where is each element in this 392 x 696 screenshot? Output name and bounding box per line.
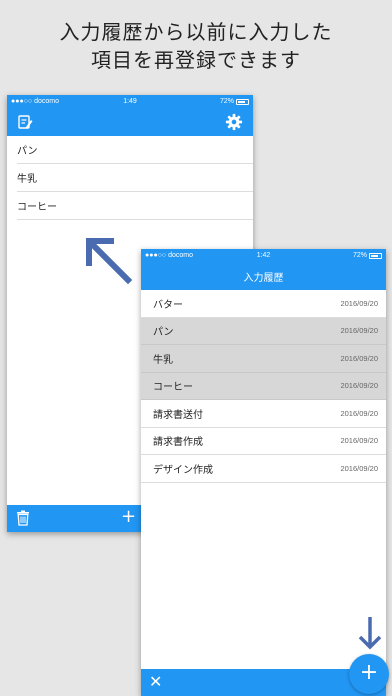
history-row-selected[interactable]: パン 2016/09/20	[141, 317, 386, 345]
item-date: 2016/09/20	[340, 298, 378, 308]
item-date: 2016/09/20	[340, 326, 378, 336]
nav-bar: 入力履歴	[141, 263, 386, 290]
item-label: パン	[17, 146, 38, 157]
trash-icon[interactable]	[16, 510, 30, 530]
item-list: パン 牛乳 コーヒー	[7, 136, 253, 220]
battery-indicator: 72%	[353, 252, 382, 259]
item-label: パン	[153, 327, 174, 339]
history-row-selected[interactable]: コーヒー 2016/09/20	[141, 372, 386, 400]
history-row[interactable]: 請求書作成 2016/09/20	[141, 428, 386, 455]
status-bar: ●●●○○ docomo 1:49 72%	[7, 95, 253, 109]
item-label: 請求書作成	[153, 437, 203, 449]
list-item[interactable]: コーヒー	[17, 192, 253, 220]
history-row-selected[interactable]: 牛乳 2016/09/20	[141, 345, 386, 373]
battery-icon	[236, 98, 249, 105]
battery-label: 72%	[219, 98, 234, 105]
gear-icon[interactable]	[225, 113, 243, 134]
item-date: 2016/09/20	[340, 436, 378, 446]
promo-headline: 入力履歴から以前に入力した 項目を再登録できます	[0, 18, 392, 74]
clock-label: 1:49	[123, 98, 137, 105]
item-label: バター	[153, 299, 183, 311]
note-edit-icon[interactable]	[17, 114, 33, 133]
item-date: 2016/09/20	[340, 463, 378, 473]
page-title: 入力履歴	[243, 273, 284, 284]
item-label: コーヒー	[153, 382, 193, 394]
item-label: コーヒー	[17, 202, 57, 213]
add-button[interactable]: +	[121, 507, 136, 527]
battery-icon	[369, 252, 382, 259]
history-list: バター 2016/09/20 パン 2016/09/20 牛乳 2016/09/…	[141, 290, 386, 483]
item-date: 2016/09/20	[340, 381, 378, 391]
history-row[interactable]: 請求書送付 2016/09/20	[141, 400, 386, 428]
headline-line-1: 入力履歴から以前に入力した	[59, 20, 333, 44]
nav-bar	[7, 109, 253, 136]
history-screen: ●●●○○ docomo 1:42 72% 入力履歴 バター 2016/09/2…	[141, 249, 386, 696]
battery-label: 72%	[352, 252, 367, 259]
item-label: 牛乳	[153, 354, 173, 366]
list-item[interactable]: 牛乳	[17, 164, 253, 192]
clock-label: 1:42	[256, 252, 271, 259]
arrow-down-icon	[358, 617, 382, 650]
item-date: 2016/09/20	[340, 408, 378, 418]
item-date: 2016/09/20	[340, 353, 378, 363]
list-item[interactable]: パン	[17, 136, 253, 164]
item-label: 牛乳	[17, 174, 37, 185]
battery-indicator: 72%	[220, 98, 249, 105]
history-row[interactable]: デザイン作成 2016/09/20	[141, 455, 386, 483]
add-fab-button[interactable]: +	[349, 654, 389, 694]
history-row[interactable]: バター 2016/09/20	[141, 290, 386, 318]
item-label: デザイン作成	[153, 464, 213, 476]
headline-line-2: 項目を再登録できます	[91, 48, 301, 72]
close-button[interactable]: ✕	[149, 673, 162, 691]
item-label: 請求書送付	[153, 409, 203, 421]
status-bar: ●●●○○ docomo 1:42 72%	[141, 249, 386, 263]
arrow-up-left-icon	[86, 238, 133, 285]
